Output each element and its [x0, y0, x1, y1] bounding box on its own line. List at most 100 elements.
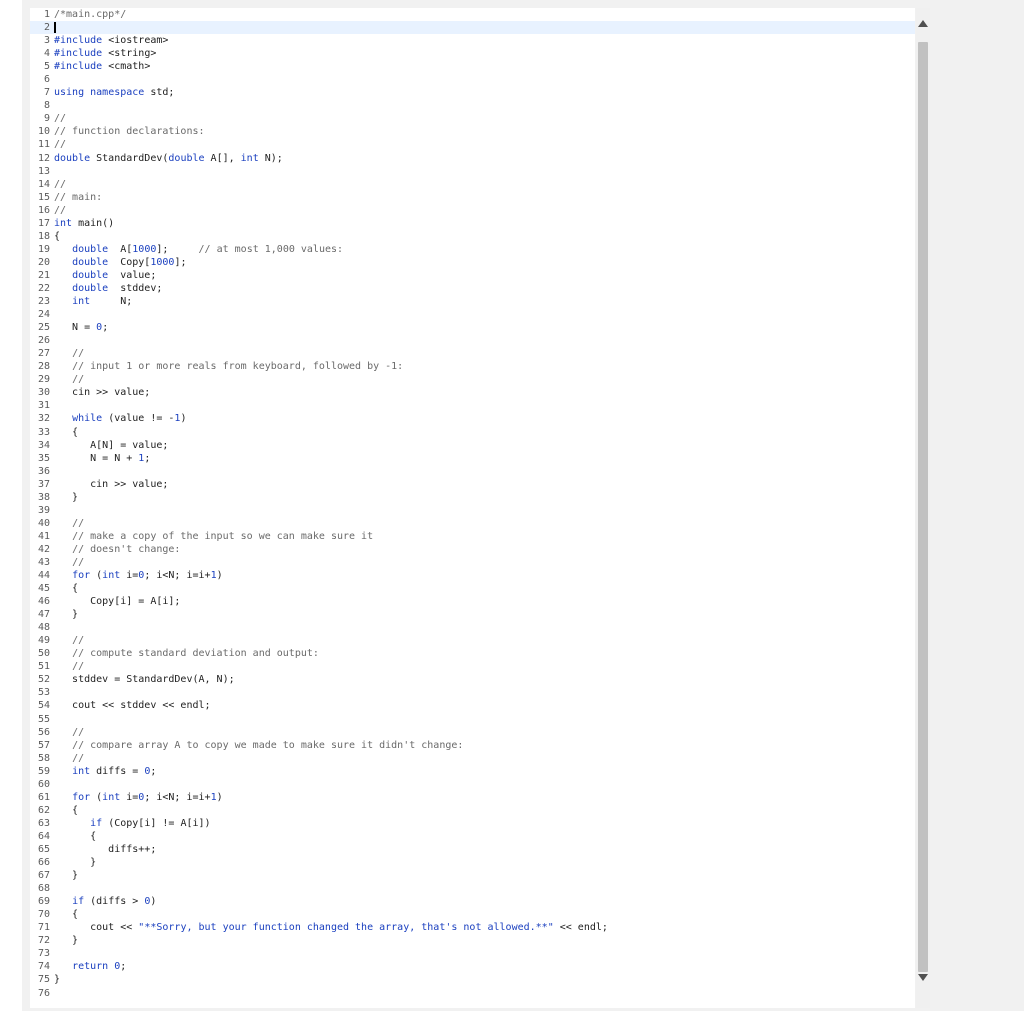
code-line[interactable]: 6 [30, 73, 915, 86]
code-text[interactable]: // [54, 634, 84, 647]
code-line[interactable]: 32 while (value != -1) [30, 412, 915, 425]
code-line[interactable]: 40 // [30, 517, 915, 530]
code-text[interactable]: int N; [54, 295, 132, 308]
code-text[interactable]: { [54, 908, 78, 921]
code-line[interactable]: 60 [30, 778, 915, 791]
code-line[interactable]: 67 } [30, 869, 915, 882]
code-line[interactable]: 30 cin >> value; [30, 386, 915, 399]
code-text[interactable]: #include <iostream> [54, 34, 168, 47]
code-line[interactable]: 10 // function declarations: [30, 125, 915, 138]
code-text[interactable]: cin >> value; [54, 386, 150, 399]
code-text[interactable]: // compute standard deviation and output… [54, 647, 319, 660]
code-line[interactable]: 53 [30, 686, 915, 699]
code-line[interactable]: 56 // [30, 726, 915, 739]
code-line[interactable]: 44 for (int i=0; i<N; i=i+1) [30, 569, 915, 582]
code-line[interactable]: 27 // [30, 347, 915, 360]
code-line[interactable]: 22 double stddev; [30, 282, 915, 295]
code-text[interactable]: // [54, 726, 84, 739]
code-line[interactable]: 73 [30, 947, 915, 960]
code-line[interactable]: 58 // [30, 752, 915, 765]
code-line[interactable]: 62 { [30, 804, 915, 817]
code-line[interactable]: 16 // [30, 204, 915, 217]
code-text[interactable]: } [54, 934, 78, 947]
code-line[interactable]: 54 cout << stddev << endl; [30, 699, 915, 712]
code-line[interactable]: 47 } [30, 608, 915, 621]
code-line[interactable]: 55 [30, 713, 915, 726]
code-line[interactable]: 21 double value; [30, 269, 915, 282]
code-line[interactable]: 14 // [30, 178, 915, 191]
code-text[interactable]: diffs++; [54, 843, 156, 856]
code-text[interactable]: // [54, 138, 66, 151]
code-text[interactable]: for (int i=0; i<N; i=i+1) [54, 569, 223, 582]
code-text[interactable]: cout << "**Sorry, but your function chan… [54, 921, 608, 934]
code-line[interactable]: 36 [30, 465, 915, 478]
code-line[interactable]: 13 [30, 165, 915, 178]
code-text[interactable]: { [54, 582, 78, 595]
code-line[interactable]: 61 for (int i=0; i<N; i=i+1) [30, 791, 915, 804]
code-line[interactable]: 23 int N; [30, 295, 915, 308]
code-text[interactable]: { [54, 426, 78, 439]
code-line[interactable]: 35 N = N + 1; [30, 452, 915, 465]
code-line[interactable]: 3 #include <iostream> [30, 34, 915, 47]
code-line[interactable]: 29 // [30, 373, 915, 386]
code-text[interactable]: for (int i=0; i<N; i=i+1) [54, 791, 223, 804]
code-text[interactable]: } [54, 973, 60, 986]
code-line[interactable]: 46 Copy[i] = A[i]; [30, 595, 915, 608]
code-line[interactable]: 12 double StandardDev(double A[], int N); [30, 152, 915, 165]
code-line[interactable]: 63 if (Copy[i] != A[i]) [30, 817, 915, 830]
code-text[interactable]: #include <string> [54, 47, 156, 60]
code-line[interactable]: 50 // compute standard deviation and out… [30, 647, 915, 660]
code-text[interactable]: int diffs = 0; [54, 765, 156, 778]
code-text[interactable]: // function declarations: [54, 125, 205, 138]
code-line[interactable]: 64 { [30, 830, 915, 843]
code-text[interactable]: } [54, 869, 78, 882]
code-line[interactable]: 2 [30, 21, 915, 35]
code-text[interactable]: // [54, 517, 84, 530]
code-line[interactable]: 48 [30, 621, 915, 634]
code-line[interactable]: 4 #include <string> [30, 47, 915, 60]
code-text[interactable]: double StandardDev(double A[], int N); [54, 152, 283, 165]
code-line[interactable]: 45 { [30, 582, 915, 595]
code-line[interactable]: 24 [30, 308, 915, 321]
code-line[interactable]: 66 } [30, 856, 915, 869]
code-text[interactable]: // [54, 204, 66, 217]
code-text[interactable]: return 0; [54, 960, 126, 973]
code-line[interactable]: 65 diffs++; [30, 843, 915, 856]
code-text[interactable]: // input 1 or more reals from keyboard, … [54, 360, 403, 373]
code-line[interactable]: 72 } [30, 934, 915, 947]
code-line[interactable]: 7 using namespace std; [30, 86, 915, 99]
code-line[interactable]: 76 [30, 987, 915, 1000]
code-text[interactable]: // [54, 178, 66, 191]
code-text[interactable]: { [54, 230, 60, 243]
code-line[interactable]: 68 [30, 882, 915, 895]
code-line[interactable]: 28 // input 1 or more reals from keyboar… [30, 360, 915, 373]
code-text[interactable]: /*main.cpp*/ [54, 8, 126, 21]
code-text[interactable]: } [54, 608, 78, 621]
code-text[interactable]: // main: [54, 191, 102, 204]
vertical-scrollbar[interactable] [916, 8, 930, 1008]
code-line[interactable]: 33 { [30, 426, 915, 439]
code-line[interactable]: 20 double Copy[1000]; [30, 256, 915, 269]
code-line[interactable]: 74 return 0; [30, 960, 915, 973]
code-text[interactable]: double Copy[1000]; [54, 256, 186, 269]
code-line[interactable]: 41 // make a copy of the input so we can… [30, 530, 915, 543]
code-line[interactable]: 9 // [30, 112, 915, 125]
code-text[interactable]: } [54, 856, 96, 869]
code-line[interactable]: 57 // compare array A to copy we made to… [30, 739, 915, 752]
code-editor[interactable]: 1 /*main.cpp*/ 2 3 #include <iostream> 4 #incl… [30, 8, 915, 1008]
code-line[interactable]: 71 cout << "**Sorry, but your function c… [30, 921, 915, 934]
code-text[interactable]: stddev = StandardDev(A, N); [54, 673, 235, 686]
code-text[interactable]: // [54, 373, 84, 386]
code-line[interactable]: 19 double A[1000]; // at most 1,000 valu… [30, 243, 915, 256]
code-line[interactable]: 42 // doesn't change: [30, 543, 915, 556]
code-text[interactable]: // [54, 660, 84, 673]
code-line[interactable]: 51 // [30, 660, 915, 673]
code-line[interactable]: 37 cin >> value; [30, 478, 915, 491]
code-text[interactable]: double A[1000]; // at most 1,000 values: [54, 243, 343, 256]
code-text[interactable]: { [54, 804, 78, 817]
code-text[interactable]: cin >> value; [54, 478, 168, 491]
code-text[interactable]: int main() [54, 217, 114, 230]
code-text[interactable]: double stddev; [54, 282, 162, 295]
code-line[interactable]: 31 [30, 399, 915, 412]
code-text[interactable]: #include <cmath> [54, 60, 150, 73]
